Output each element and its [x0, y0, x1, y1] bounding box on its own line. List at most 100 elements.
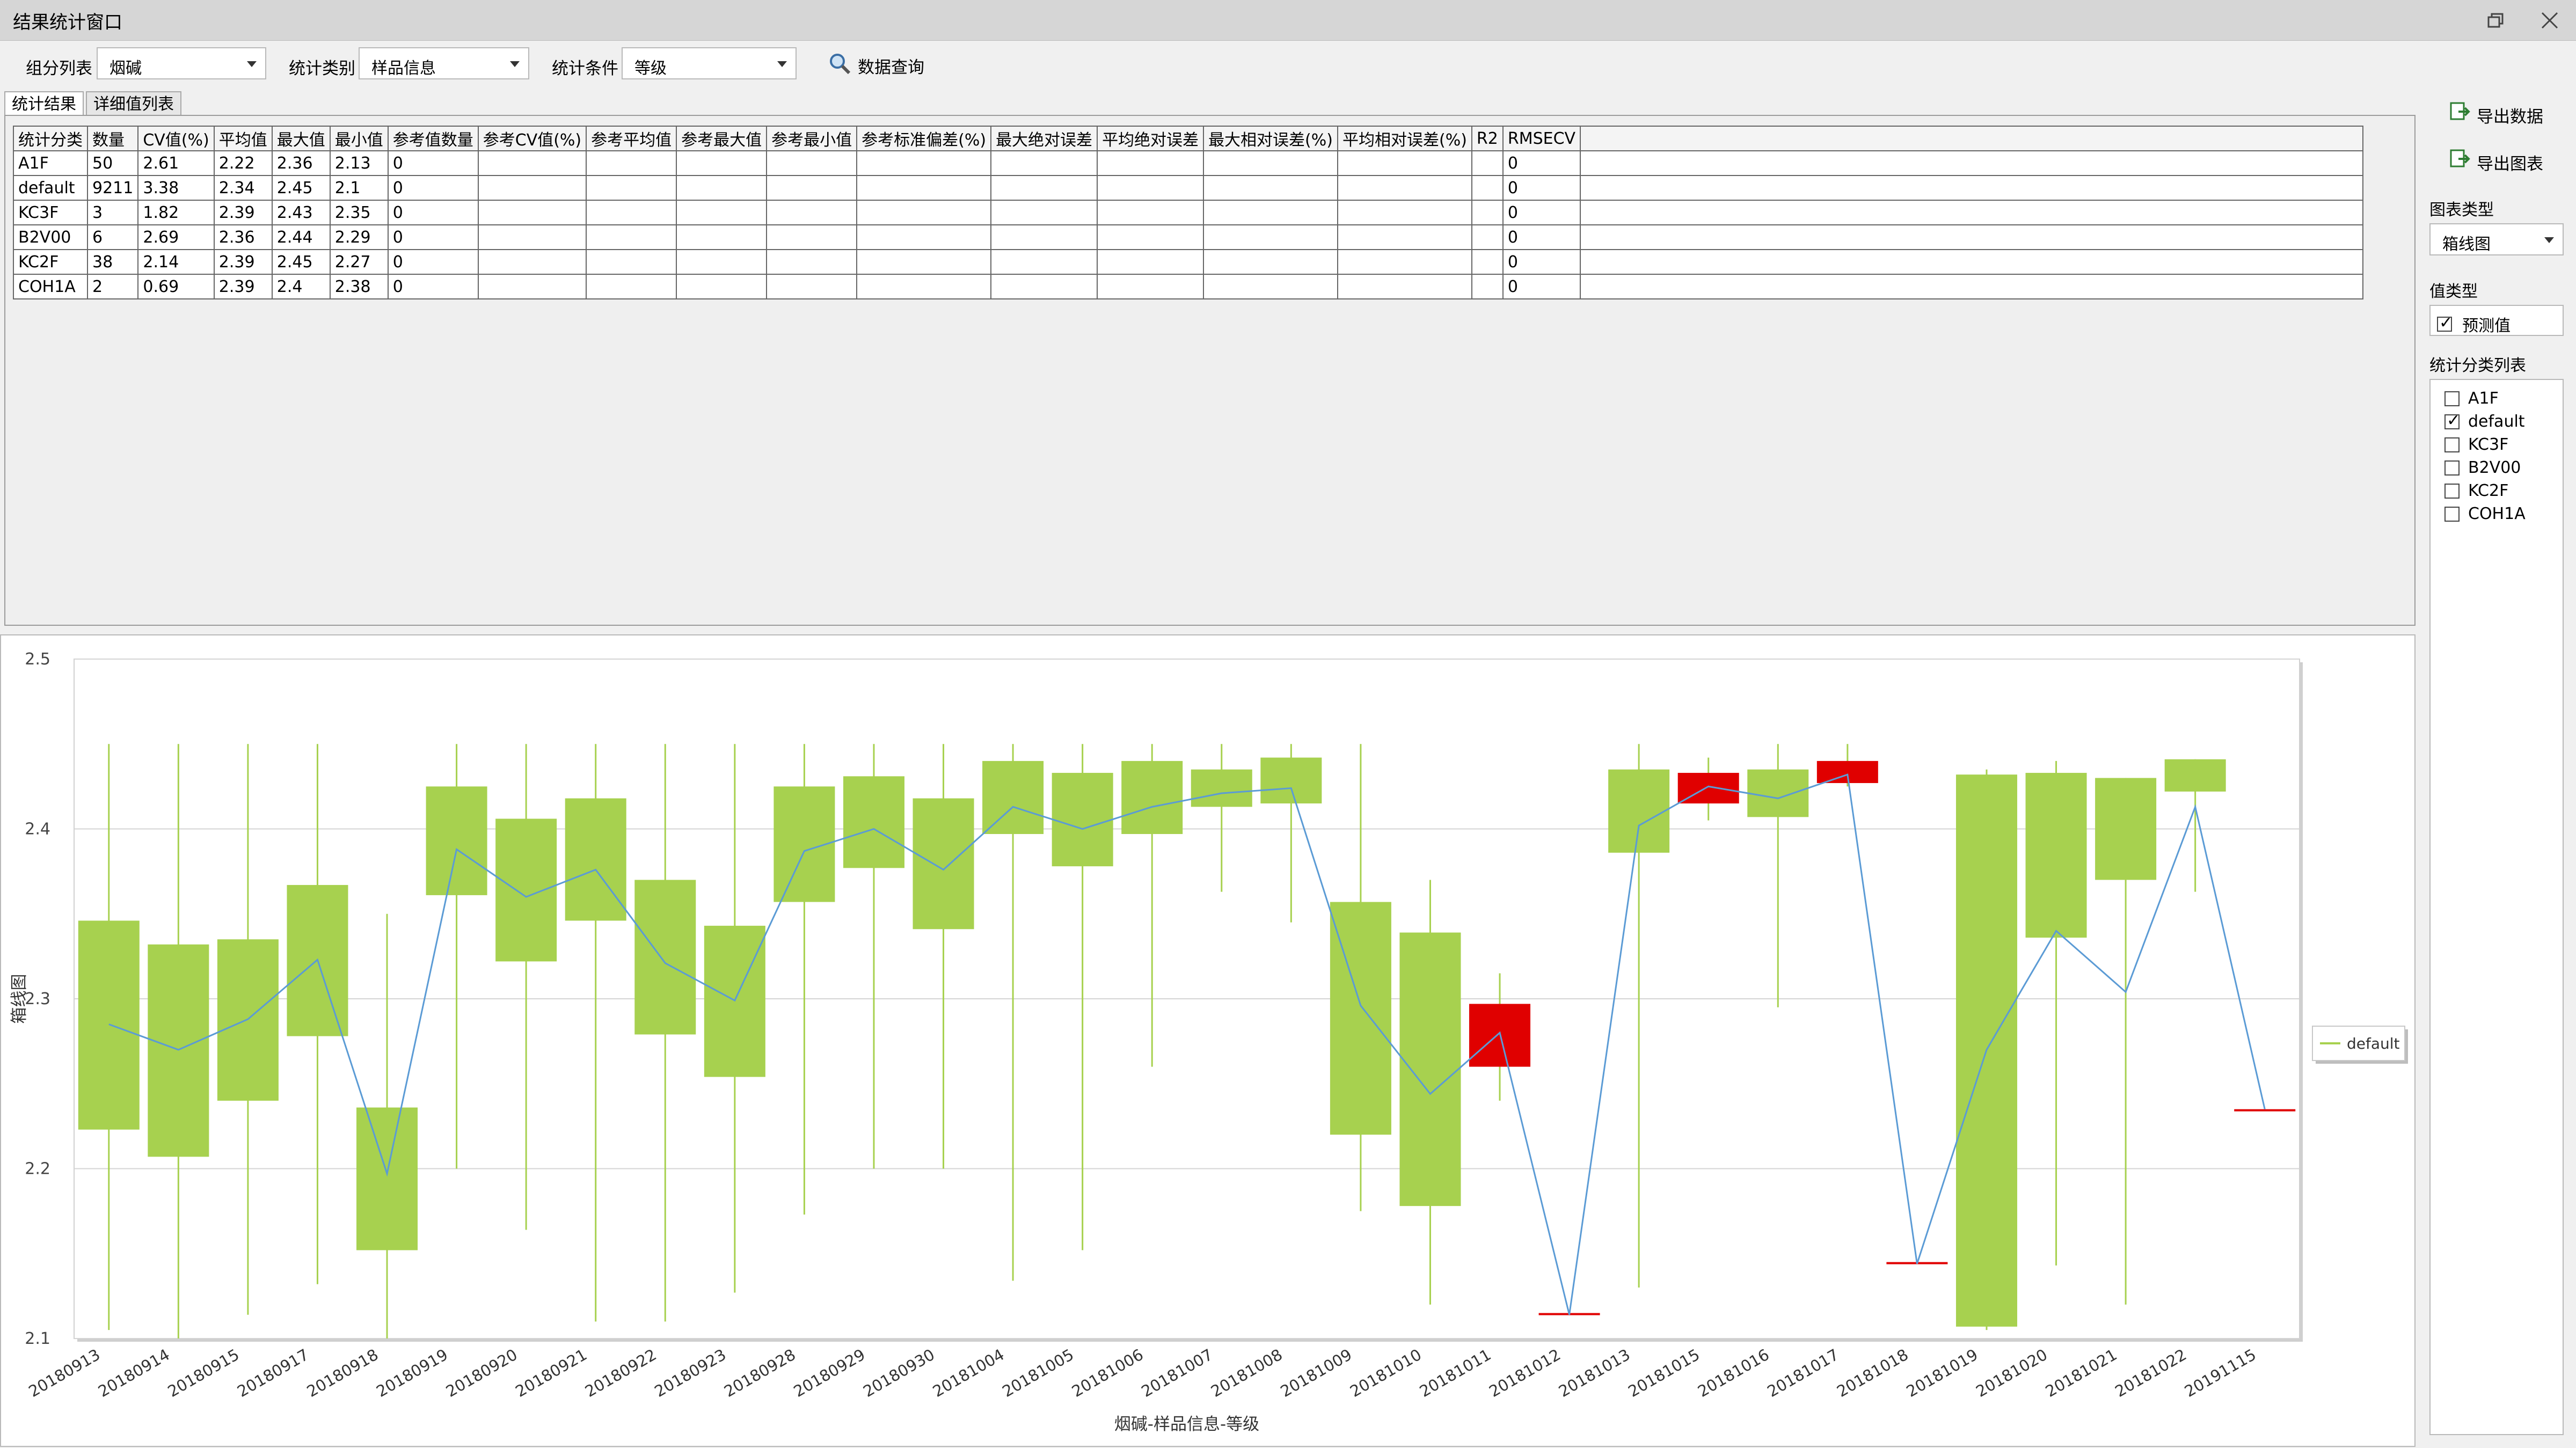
table-cell[interactable]: [1337, 150, 1472, 176]
table-cell[interactable]: [477, 200, 587, 225]
table-cell[interactable]: 2.39: [213, 200, 273, 225]
table-cell[interactable]: [477, 150, 587, 176]
table-cell[interactable]: [477, 175, 587, 201]
table-cell[interactable]: [856, 200, 992, 225]
table-cell[interactable]: 0: [1502, 249, 1581, 275]
column-header[interactable]: RMSECV: [1502, 126, 1581, 151]
table-cell[interactable]: [586, 274, 677, 299]
table-cell[interactable]: [1337, 274, 1472, 299]
table-cell[interactable]: [766, 249, 858, 275]
table-cell[interactable]: 2.61: [137, 150, 215, 176]
checkbox-icon[interactable]: [2444, 391, 2460, 406]
category-item[interactable]: COH1A: [2444, 504, 2526, 525]
table-cell[interactable]: 2.27: [329, 249, 389, 275]
table-cell[interactable]: [856, 249, 992, 275]
table-cell[interactable]: [766, 274, 858, 299]
checkbox-icon[interactable]: [2444, 411, 2460, 430]
table-cell[interactable]: [766, 150, 858, 176]
tab-statistics[interactable]: 统计结果: [4, 91, 84, 116]
table-cell[interactable]: 2.35: [329, 200, 389, 225]
table-cell[interactable]: 0: [387, 224, 479, 250]
table-cell[interactable]: [676, 175, 768, 201]
table-cell[interactable]: [1097, 150, 1205, 176]
table-cell[interactable]: [990, 200, 1098, 225]
table-cell[interactable]: [676, 249, 768, 275]
table-cell[interactable]: [586, 150, 677, 176]
export-chart-button[interactable]: 导出图表: [2449, 146, 2572, 174]
table-cell[interactable]: 0: [1502, 274, 1581, 299]
table-cell[interactable]: [990, 175, 1098, 201]
table-cell[interactable]: [676, 200, 768, 225]
table-cell[interactable]: 0: [1502, 175, 1581, 201]
column-header[interactable]: 平均绝对误差: [1097, 126, 1205, 151]
table-cell[interactable]: 2.34: [213, 175, 273, 201]
table-cell[interactable]: [1097, 249, 1205, 275]
table-cell[interactable]: [1203, 175, 1338, 201]
table-cell[interactable]: [676, 224, 768, 250]
table-cell[interactable]: B2V00: [13, 224, 88, 250]
table-cell[interactable]: [1097, 200, 1205, 225]
table-cell[interactable]: 2.44: [271, 224, 331, 250]
column-header[interactable]: 最大相对误差(%): [1203, 126, 1338, 151]
table-row[interactable]: default 9211 3.38 2.34 2.45 2.1 0 0: [13, 175, 2364, 201]
table-cell[interactable]: [477, 249, 587, 275]
column-header[interactable]: 参考最大值: [676, 126, 768, 151]
table-cell[interactable]: [1471, 249, 1504, 275]
table-cell[interactable]: 2.36: [271, 150, 331, 176]
table-cell[interactable]: 38: [86, 249, 139, 275]
table-cell[interactable]: 50: [86, 150, 139, 176]
table-cell[interactable]: default: [13, 175, 88, 201]
table-cell[interactable]: [990, 274, 1098, 299]
category-item[interactable]: A1F: [2444, 389, 2499, 410]
table-cell[interactable]: 0: [1502, 200, 1581, 225]
table-cell[interactable]: 0: [387, 200, 479, 225]
close-icon[interactable]: [2535, 5, 2565, 35]
table-cell[interactable]: [1337, 224, 1472, 250]
table-cell[interactable]: [586, 224, 677, 250]
checkbox-icon[interactable]: [2444, 437, 2460, 452]
column-header[interactable]: 数量: [86, 126, 139, 151]
table-cell[interactable]: 2.43: [271, 200, 331, 225]
column-header[interactable]: 参考标准偏差(%): [856, 126, 992, 151]
table-cell[interactable]: [1337, 175, 1472, 201]
table-row[interactable]: B2V00 6 2.69 2.36 2.44 2.29 0 0: [13, 224, 2364, 250]
table-cell[interactable]: 1.82: [137, 200, 215, 225]
table-cell[interactable]: [1337, 249, 1472, 275]
table-cell[interactable]: [1471, 274, 1504, 299]
table-cell[interactable]: 2.39: [213, 249, 273, 275]
table-cell[interactable]: [1097, 224, 1205, 250]
table-cell[interactable]: [1471, 175, 1504, 201]
table-cell[interactable]: 2.13: [329, 150, 389, 176]
column-header[interactable]: 最大值: [271, 126, 331, 151]
column-header[interactable]: CV值(%): [137, 126, 215, 151]
table-cell[interactable]: [990, 224, 1098, 250]
table-cell[interactable]: 0: [387, 274, 479, 299]
table-cell[interactable]: 2.1: [329, 175, 389, 201]
category-item[interactable]: KC2F: [2444, 481, 2508, 502]
table-cell[interactable]: 2.14: [137, 249, 215, 275]
table-row[interactable]: KC3F 3 1.82 2.39 2.43 2.35 0 0: [13, 200, 2364, 225]
table-cell[interactable]: 2.29: [329, 224, 389, 250]
table-cell[interactable]: [676, 150, 768, 176]
table-row[interactable]: A1F 50 2.61 2.22 2.36 2.13 0 0: [13, 150, 2364, 176]
table-cell[interactable]: 0: [387, 249, 479, 275]
table-cell[interactable]: [1097, 274, 1205, 299]
column-header[interactable]: 最小值: [329, 126, 389, 151]
table-cell[interactable]: [477, 274, 587, 299]
table-cell[interactable]: [676, 274, 768, 299]
column-header[interactable]: 统计分类: [13, 126, 88, 151]
table-cell[interactable]: [856, 175, 992, 201]
table-cell[interactable]: 9211: [86, 175, 139, 201]
table-cell[interactable]: KC3F: [13, 200, 88, 225]
table-cell[interactable]: [766, 175, 858, 201]
column-header[interactable]: 最大绝对误差: [990, 126, 1098, 151]
table-cell[interactable]: [856, 150, 992, 176]
table-cell[interactable]: COH1A: [13, 274, 88, 299]
table-row[interactable]: COH1A 2 0.69 2.39 2.4 2.38 0 0: [13, 274, 2364, 299]
table-cell[interactable]: KC2F: [13, 249, 88, 275]
column-header[interactable]: R2: [1471, 126, 1504, 151]
table-cell[interactable]: [990, 249, 1098, 275]
table-cell[interactable]: [1471, 150, 1504, 176]
table-cell[interactable]: 0: [1502, 224, 1581, 250]
table-cell[interactable]: [1471, 224, 1504, 250]
